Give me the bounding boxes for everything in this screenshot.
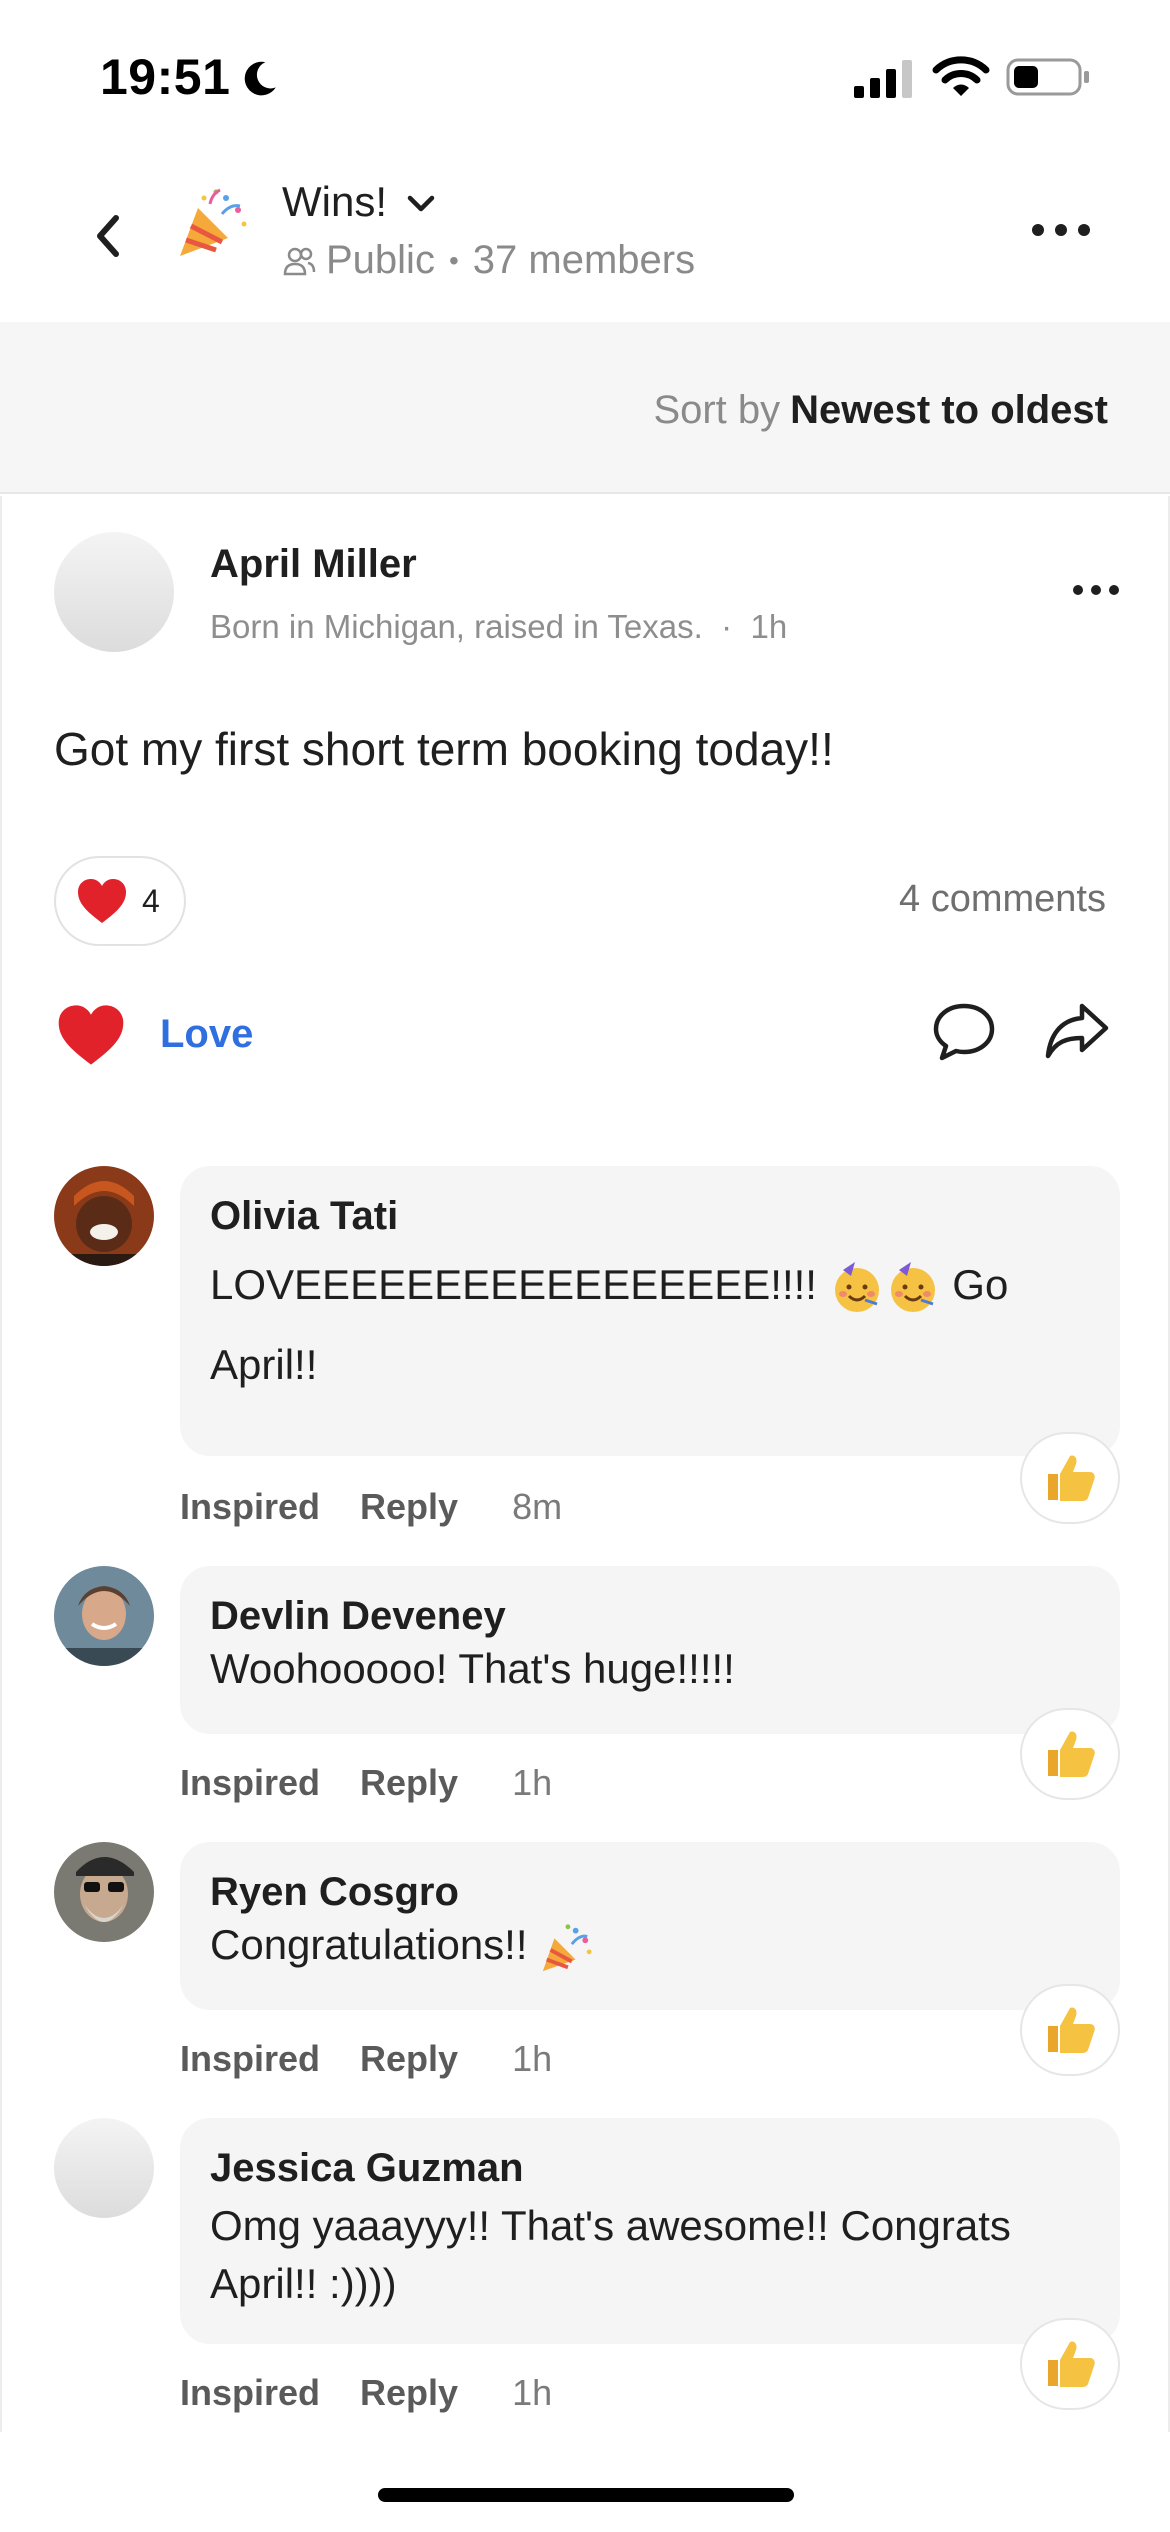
author-bio-text: Born in Michigan, raised in Texas.: [210, 608, 703, 645]
battery-icon: [1006, 58, 1089, 96]
comment-author-name[interactable]: Jessica Guzman: [210, 2146, 1090, 2191]
avatar[interactable]: [54, 1166, 154, 1266]
group-visibility: Public: [326, 238, 435, 282]
post-time: 1h: [750, 608, 788, 645]
comment-actions: Inspired Reply 1h: [180, 2038, 552, 2080]
comment-text: Congratulations!!: [210, 1921, 1090, 1975]
comment-author-name[interactable]: Devlin Deveney: [210, 1594, 1090, 1639]
post-body: Got my first short term booking today!!: [54, 723, 834, 775]
thumbs-up-button[interactable]: [1020, 1984, 1120, 2076]
avatar-photo-icon: [54, 1842, 154, 1942]
home-indicator[interactable]: [378, 2488, 794, 2502]
people-icon: [283, 247, 316, 275]
back-icon[interactable]: [86, 210, 132, 262]
meta-separator: ·: [711, 608, 742, 645]
comment-actions: Inspired Reply 1h: [180, 1762, 552, 1804]
comment-bubble: Ryen Cosgro Congratulations!!: [180, 1842, 1120, 2010]
sort-label: Sort by: [653, 388, 781, 432]
meta-separator: •: [448, 244, 459, 276]
comment-actions: Inspired Reply 1h: [180, 2372, 552, 2414]
comment-text: LOVEEEEEEEEEEEEEEEEE!!!! Go April!!: [210, 1245, 1090, 1405]
comment-author-name[interactable]: Olivia Tati: [210, 1194, 1090, 1239]
comment-text-line2: April!! :)))): [210, 2260, 397, 2307]
reaction-summary[interactable]: 4: [54, 856, 186, 946]
comment-text: Woohooooo! That's huge!!!!!: [210, 1645, 735, 1692]
thumbs-up-icon: [1048, 1455, 1095, 1501]
comment-actions: Inspired Reply 8m: [180, 1486, 562, 1528]
avatar[interactable]: [54, 1842, 154, 1942]
status-bar: 19:51: [0, 0, 1170, 150]
comment-time: 1h: [512, 2372, 553, 2413]
comment-icon[interactable]: [932, 1002, 996, 1062]
avatar[interactable]: [54, 2118, 154, 2218]
app-header: Wins! Public • 37 members: [0, 150, 1170, 322]
comment-time: 8m: [512, 1486, 563, 1527]
party-popper-icon: [180, 188, 247, 256]
chevron-down-icon[interactable]: [404, 190, 438, 218]
more-options-icon[interactable]: [1072, 582, 1120, 598]
reply-button[interactable]: Reply: [360, 1486, 458, 1528]
thumbs-up-icon: [1048, 2007, 1095, 2053]
party-popper-icon: [543, 1924, 592, 1972]
avatar-photo-icon: [54, 1566, 154, 1666]
comment-bubble: Devlin Deveney Woohooooo! That's huge!!!…: [180, 1566, 1120, 1734]
comment-text-content: Congratulations!!: [210, 1921, 528, 1969]
more-options-icon[interactable]: [1030, 220, 1092, 240]
avatar[interactable]: [54, 532, 174, 652]
share-icon[interactable]: [1044, 1000, 1110, 1062]
group-meta: Public • 37 members: [282, 238, 695, 283]
love-button[interactable]: Love: [160, 1012, 253, 1057]
comment-text-suffix: Go: [952, 1261, 1009, 1308]
heart-icon: [78, 879, 126, 923]
inspired-button[interactable]: Inspired: [180, 2372, 320, 2414]
comments-count[interactable]: 4 comments: [899, 878, 1106, 921]
comment-time: 1h: [512, 2038, 553, 2079]
comment-bubble: Jessica Guzman Omg yaaayyy!! That's awes…: [180, 2118, 1120, 2344]
reaction-count: 4: [142, 882, 160, 919]
thumbs-up-button[interactable]: [1020, 1708, 1120, 1800]
group-members[interactable]: 37 members: [473, 238, 695, 283]
reply-button[interactable]: Reply: [360, 2038, 458, 2080]
signal-icon: [854, 60, 912, 98]
thumbs-up-button[interactable]: [1020, 1432, 1120, 1524]
group-title[interactable]: Wins!: [282, 178, 387, 226]
comment-text-line1: Omg yaaayyy!! That's awesome!! Congrats: [210, 2202, 1011, 2249]
avatar-photo-icon: [54, 1166, 154, 1266]
partying-face-icon: [890, 1261, 935, 1312]
wifi-icon: [932, 56, 990, 96]
inspired-button[interactable]: Inspired: [180, 1762, 320, 1804]
status-time: 19:51: [100, 49, 231, 105]
avatar[interactable]: [54, 1566, 154, 1666]
moon-icon: [244, 61, 276, 96]
comment-time: 1h: [512, 1762, 553, 1803]
reply-button[interactable]: Reply: [360, 1762, 458, 1804]
comment-text: Omg yaaayyy!! That's awesome!! Congrats …: [210, 2197, 1090, 2313]
partying-face-icon: [834, 1261, 879, 1312]
post-author-bio: Born in Michigan, raised in Texas. · 1h: [210, 608, 787, 646]
post-card: April Miller Born in Michigan, raised in…: [0, 496, 1170, 2432]
inspired-button[interactable]: Inspired: [180, 2038, 320, 2080]
post-author-name[interactable]: April Miller: [210, 542, 417, 587]
sort-control[interactable]: Sort by Newest to oldest: [653, 388, 1108, 433]
thumbs-up-icon: [1048, 2341, 1095, 2387]
comment-bubble: Olivia Tati LOVEEEEEEEEEEEEEEEEE!!!! Go …: [180, 1166, 1120, 1456]
comment-text-line1: LOVEEEEEEEEEEEEEEEEE!!!!: [210, 1261, 817, 1308]
sort-value[interactable]: Newest to oldest: [790, 388, 1108, 432]
love-heart-icon[interactable]: [56, 1002, 126, 1068]
inspired-button[interactable]: Inspired: [180, 1486, 320, 1528]
thumbs-up-icon: [1048, 1731, 1095, 1777]
thumbs-up-button[interactable]: [1020, 2318, 1120, 2410]
comment-author-name[interactable]: Ryen Cosgro: [210, 1870, 1090, 1915]
reply-button[interactable]: Reply: [360, 2372, 458, 2414]
comment-text-line2: April!!: [210, 1341, 318, 1388]
sort-bar: Sort by Newest to oldest: [0, 322, 1170, 494]
